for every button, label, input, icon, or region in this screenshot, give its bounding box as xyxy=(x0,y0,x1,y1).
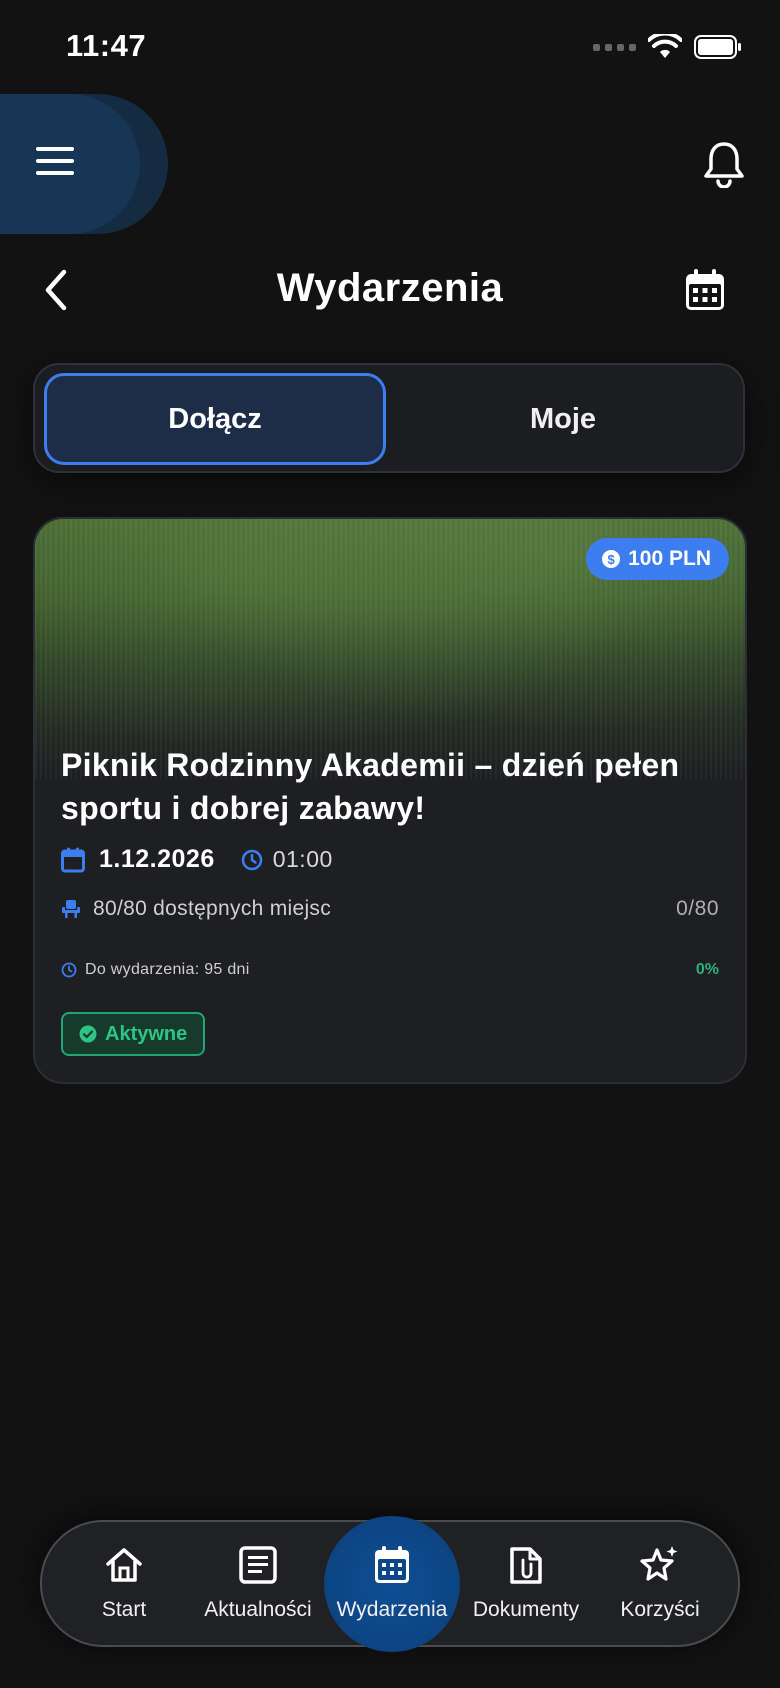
seats-count: 0/80 xyxy=(676,897,719,920)
page-title: Wydarzenia xyxy=(276,266,504,310)
nav-label-documents: Dokumenty xyxy=(472,1598,580,1621)
nav-item-news[interactable]: Aktualności xyxy=(190,1522,326,1645)
segmented-control: Dołącz Moje xyxy=(33,363,745,473)
price-text: 100 PLN xyxy=(628,547,711,570)
nav-label-events: Wydarzenia xyxy=(336,1598,448,1621)
home-icon xyxy=(106,1548,142,1582)
nav-item-start[interactable]: Start xyxy=(56,1522,192,1645)
status-time: 11:47 xyxy=(66,28,147,63)
event-date: 1.12.2026 xyxy=(99,845,215,873)
price-badge: $ 100 PLN xyxy=(586,538,729,580)
menu-blob xyxy=(0,94,168,234)
seats-available: 80/80 dostępnych miejsc xyxy=(93,897,332,920)
countdown-row: Do wydarzenia: 95 dni 0% xyxy=(61,961,719,979)
nav-item-events[interactable]: Wydarzenia xyxy=(324,1522,460,1645)
nav-label-news: Aktualności xyxy=(204,1598,312,1621)
clock-small-icon xyxy=(61,962,77,978)
event-title: Piknik Rodzinny Akademii – dzień pełen s… xyxy=(61,747,680,826)
wifi-icon xyxy=(648,34,682,58)
status-text: Aktywne xyxy=(105,1022,188,1045)
countdown-text: Do wydarzenia: 95 dni xyxy=(85,961,250,978)
clock-icon xyxy=(241,849,262,870)
calendar-button[interactable] xyxy=(684,268,726,312)
progress-percent: 0% xyxy=(695,961,719,978)
tab-join[interactable]: Dołącz xyxy=(44,373,386,465)
check-circle-icon xyxy=(79,1025,97,1043)
event-card[interactable]: $ 100 PLN Piknik Rodzinny Akademii – dzi… xyxy=(33,517,747,1084)
bottom-nav: Start Aktualności Wydarzenia Dokumenty K… xyxy=(40,1516,740,1652)
bell-icon xyxy=(704,142,744,189)
hamburger-icon xyxy=(36,147,74,175)
stars-icon xyxy=(640,1546,678,1581)
status-badge: Aktywne xyxy=(61,1012,206,1056)
nav-item-documents[interactable]: Dokumenty xyxy=(458,1522,594,1645)
event-datetime: 1.12.2026 01:00 xyxy=(61,845,333,874)
calendar-outline-icon xyxy=(61,847,85,872)
notifications-button[interactable] xyxy=(702,140,746,189)
calendar-nav-icon xyxy=(375,1546,409,1583)
calendar-icon xyxy=(686,269,724,310)
signal-icon xyxy=(593,43,636,51)
nav-item-benefits[interactable]: Korzyści xyxy=(592,1522,728,1645)
tab-mine[interactable]: Moje xyxy=(392,373,734,465)
document-icon xyxy=(510,1547,542,1584)
nav-label-start: Start xyxy=(101,1598,147,1621)
event-time: 01:00 xyxy=(272,846,333,872)
nav-label-benefits: Korzyści xyxy=(620,1598,700,1621)
battery-icon xyxy=(694,35,741,59)
coin-icon: $ xyxy=(602,550,621,568)
seat-icon xyxy=(62,900,80,918)
seats-row: 80/80 dostępnych miejsc 0/80 xyxy=(61,897,719,921)
menu-button[interactable] xyxy=(36,146,76,176)
news-icon xyxy=(239,1546,277,1584)
status-icons xyxy=(593,34,742,60)
